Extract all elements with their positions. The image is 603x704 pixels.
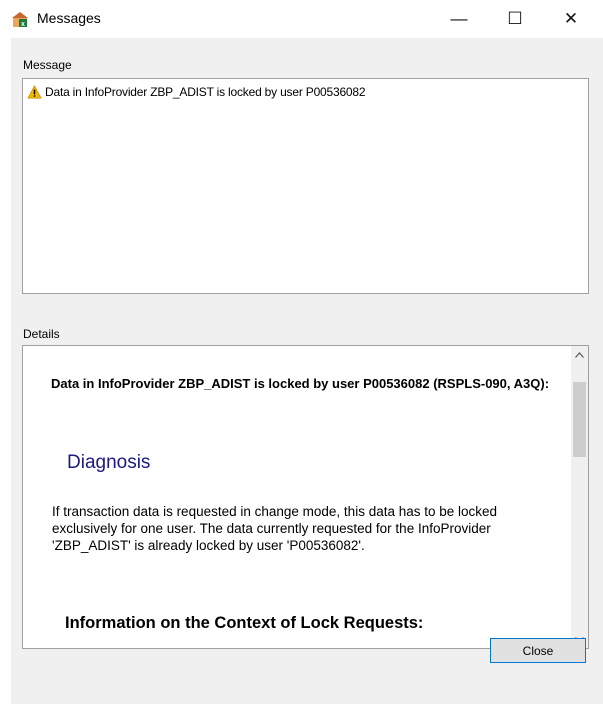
sap-app-icon: x	[12, 12, 28, 28]
details-label: Details	[23, 327, 60, 341]
minimize-button[interactable]: —	[436, 0, 482, 38]
message-text: Data in InfoProvider ZBP_ADIST is locked…	[45, 85, 366, 99]
warning-icon	[27, 85, 42, 99]
message-list[interactable]: Data in InfoProvider ZBP_ADIST is locked…	[22, 78, 589, 294]
details-heading: Data in InfoProvider ZBP_ADIST is locked…	[51, 376, 550, 391]
title-bar: x Messages — ☐ ✕	[0, 0, 603, 38]
close-button[interactable]: Close	[490, 638, 586, 663]
dialog-body: Message Data in InfoProvider ZBP_ADIST i…	[11, 38, 603, 704]
diagnosis-title: Diagnosis	[67, 452, 151, 473]
close-window-button[interactable]: ✕	[548, 0, 594, 38]
scroll-thumb[interactable]	[573, 382, 586, 457]
maximize-button[interactable]: ☐	[492, 0, 538, 38]
details-panel[interactable]: Data in InfoProvider ZBP_ADIST is locked…	[22, 345, 589, 649]
details-scrollbar[interactable]	[571, 346, 588, 648]
message-label: Message	[23, 58, 72, 72]
scroll-up-icon[interactable]	[571, 346, 588, 363]
message-item[interactable]: Data in InfoProvider ZBP_ADIST is locked…	[27, 85, 366, 99]
svg-text:x: x	[21, 21, 25, 28]
context-title: Information on the Context of Lock Reque…	[65, 614, 424, 632]
window-title: Messages	[37, 10, 101, 26]
details-content: Data in InfoProvider ZBP_ADIST is locked…	[23, 346, 571, 648]
diagnosis-text: If transaction data is requested in chan…	[52, 504, 498, 553]
